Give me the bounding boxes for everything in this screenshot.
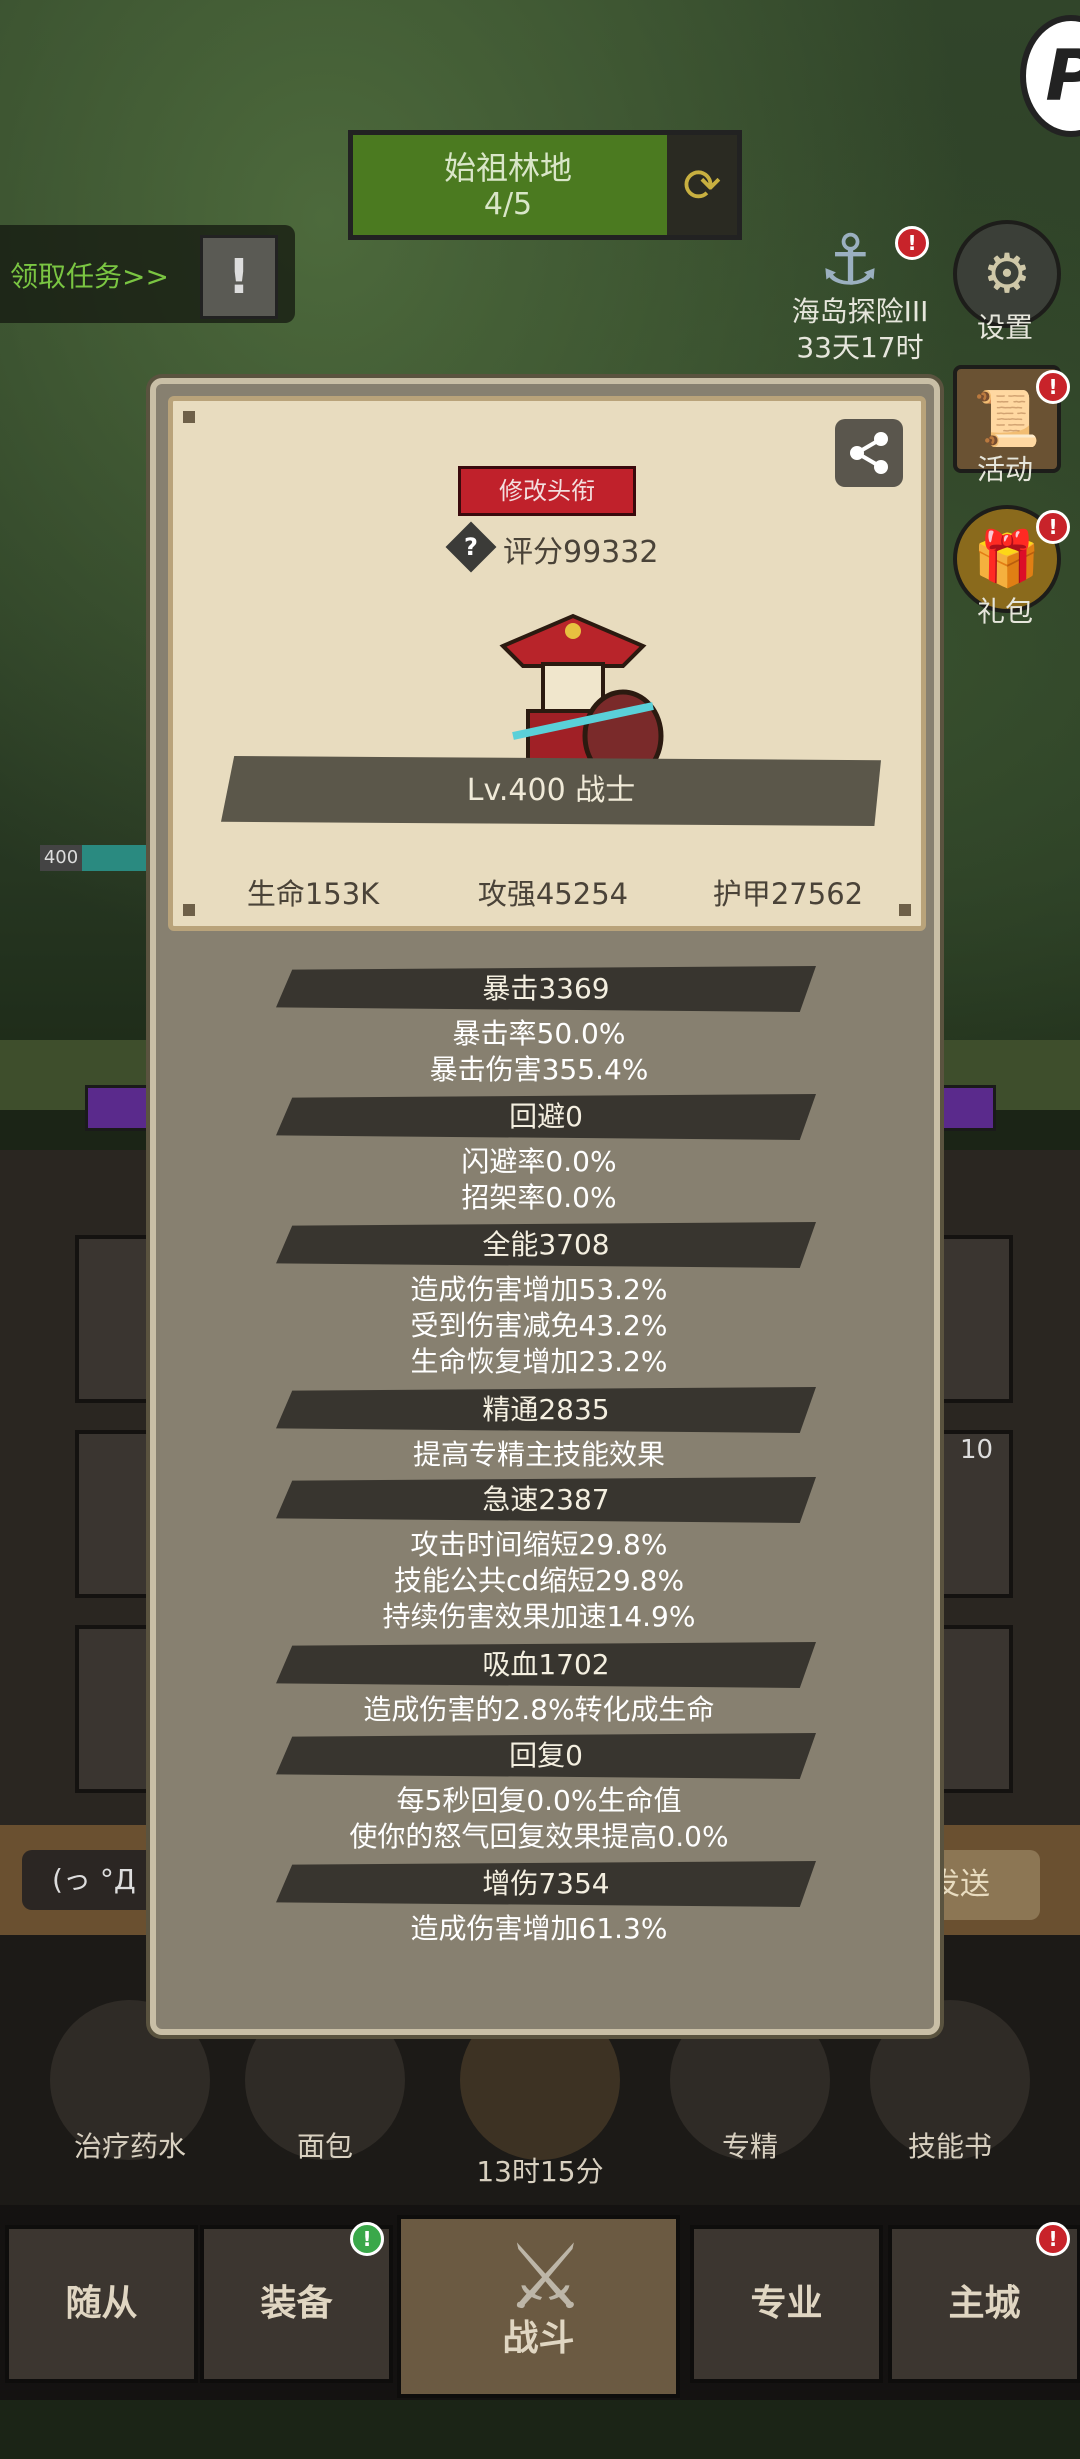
help-icon[interactable]: ? [453,529,489,565]
card-rivet [183,904,195,916]
section-title: 增伤7354 [482,1867,610,1900]
quest-panel[interactable]: 领取任务>> ! [0,225,295,323]
notification-badge: ! [895,226,929,260]
tab-followers[interactable]: 随从 [5,2225,198,2383]
section-line: 攻击时间缩短29.8% [410,1528,668,1561]
notification-badge: ! [350,2222,384,2256]
notification-badge: ! [1036,510,1070,544]
section-line: 提高专精主技能效果 [412,1438,665,1471]
character-stats-modal: 修改头衔 ? 评分99332 Lv.400 战士 生命153K 攻强45254 … [150,378,940,2035]
share-button[interactable] [835,419,903,487]
quest-label: 领取任务>> [10,260,169,293]
chest-timer: 13时15分 [476,2155,604,2188]
section-title: 回复0 [509,1739,583,1772]
side-menu-label: 活动 [976,453,1033,486]
side-menu-label: 礼包 [976,595,1033,628]
level-class-label: Lv.400 战士 [466,773,636,808]
stat-armor: 护甲27562 [712,877,864,911]
section-title: 全能3708 [482,1228,610,1261]
slot-count: 10 [960,1435,994,1465]
section-line: 持续伤害效果加速14.9% [382,1600,696,1633]
stat-attack: 攻强45254 [477,877,629,911]
notification-badge: ! [1036,370,1070,404]
section-line: 造成伤害增加53.2% [410,1273,668,1306]
region-panel[interactable]: 始祖林地 4/5 ⟳ [348,130,742,240]
tab-profession[interactable]: 专业 [690,2225,883,2383]
stat-hp: 生命153K [246,877,380,911]
notification-badge: ! [1036,2222,1070,2256]
section-line: 造成伤害增加61.3% [410,1912,668,1945]
quest-alert-button[interactable]: ! [200,235,278,319]
section-line: 技能公共cd缩短29.8% [393,1564,685,1597]
crossed-swords-icon: ⚔ [505,2225,586,2330]
section-line: 造成伤害的2.8%转化成生命 [363,1693,715,1726]
region-progress: 4/5 [483,187,533,222]
side-menu-label: 海岛探险III [791,295,929,328]
section-line: 暴击伤害355.4% [429,1053,649,1086]
item-label: 治疗药水 [73,2130,186,2163]
card-rivet [183,411,195,423]
region-name: 始祖林地 [443,149,572,187]
item-label: 专精 [721,2130,778,2163]
card-rivet [899,904,911,916]
item-label: 技能书 [907,2130,992,2163]
section-line: 受到伤害减免43.2% [410,1309,668,1342]
side-menu-sub: 33天17时 [796,331,924,364]
section-title: 吸血1702 [482,1648,610,1681]
section-title: 急速2387 [482,1483,610,1516]
section-title: 回避0 [509,1100,583,1133]
share-icon [850,432,888,474]
section-title: 精通2835 [482,1393,610,1426]
section-line: 闪避率0.0% [461,1145,617,1178]
section-line: 暴击率50.0% [452,1017,626,1050]
edit-title-button[interactable]: 修改头衔 [458,466,636,516]
section-line: 招架率0.0% [461,1181,617,1214]
section-line: 生命恢复增加23.2% [410,1345,668,1378]
section-title: 暴击3369 [482,972,610,1005]
section-line: 使你的怒气回复效果提高0.0% [349,1820,729,1853]
profile-card: 修改头衔 ? 评分99332 Lv.400 战士 生命153K 攻强45254 … [168,396,926,931]
side-menu-label: 设置 [976,311,1033,344]
health-bar [82,845,152,871]
item-label: 面包 [296,2130,353,2163]
section-line: 每5秒回复0.0%生命值 [396,1784,682,1817]
level-badge: 400 [40,845,82,871]
score-label: 评分99332 [503,535,659,570]
refresh-icon[interactable]: ⟳ [667,135,737,235]
